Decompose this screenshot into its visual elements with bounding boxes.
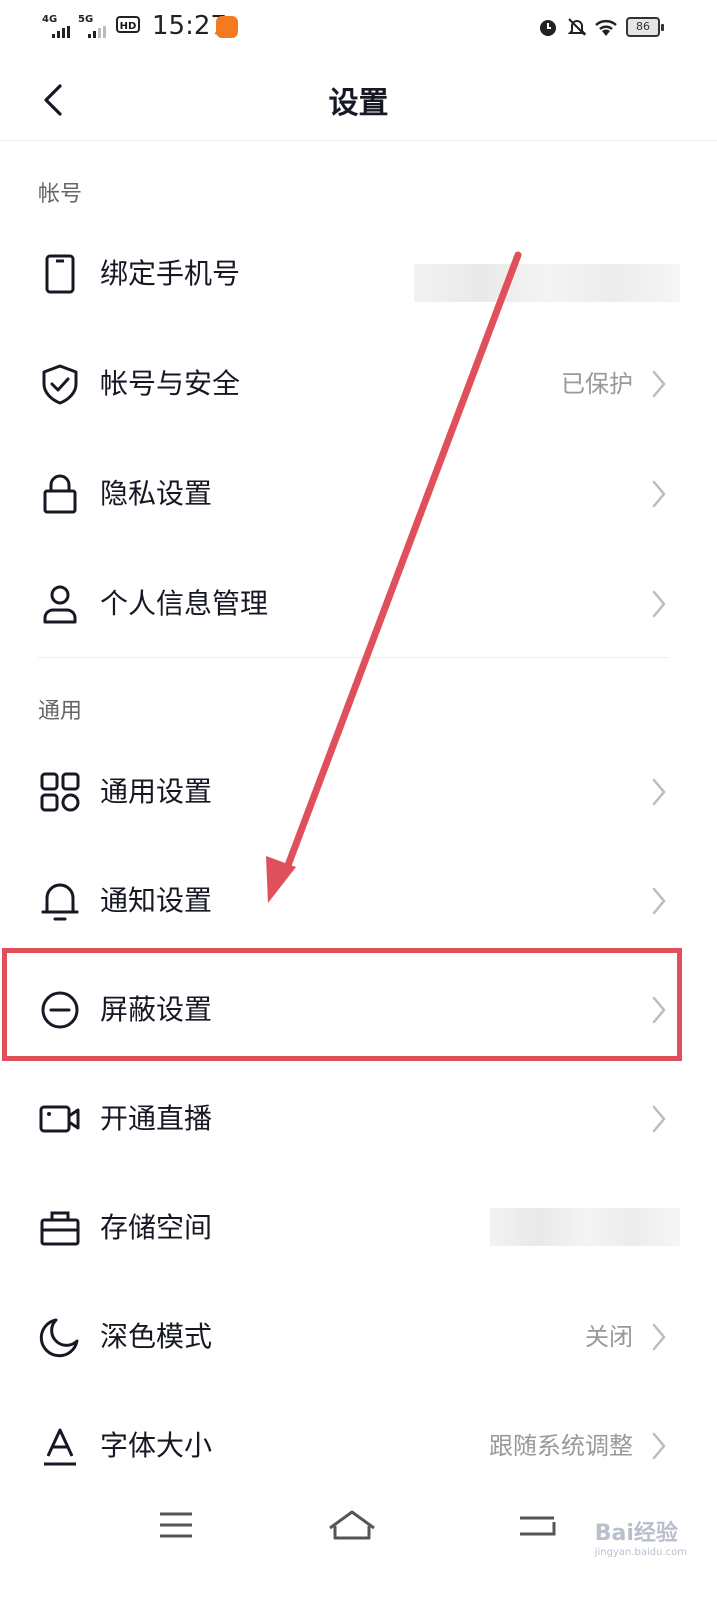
bell-icon <box>41 883 79 921</box>
chevron-right-icon <box>652 590 666 618</box>
section-title-general: 通用 <box>38 699 83 724</box>
page-title: 设置 <box>328 86 389 121</box>
row-label: 开通直播 <box>100 1102 213 1135</box>
mute-bell-icon <box>567 18 587 36</box>
signal-bars-icon <box>88 26 106 38</box>
shield-check-icon <box>42 364 78 405</box>
watermark-brand: Bai经验 <box>594 1521 678 1546</box>
font-size-icon <box>44 1428 76 1466</box>
user-icon <box>43 585 77 624</box>
chevron-right-icon <box>652 1323 666 1351</box>
row-label: 通用设置 <box>100 775 213 808</box>
redacted-phone-number <box>414 264 680 302</box>
row-label: 个人信息管理 <box>100 587 269 620</box>
settings-row-live[interactable]: 开通直播 <box>0 1069 717 1169</box>
settings-row-account-security[interactable]: 帐号与安全 已保护 <box>0 334 717 434</box>
battery-icon: 86 <box>626 17 664 37</box>
lock-icon <box>43 474 77 514</box>
settings-row-notification[interactable]: 通知设置 <box>0 851 717 951</box>
chevron-right-icon <box>652 370 666 398</box>
section-divider <box>38 657 668 658</box>
chevron-right-icon <box>652 1105 666 1133</box>
phone-icon <box>45 254 75 294</box>
section-title-account: 帐号 <box>38 182 83 207</box>
settings-row-personal-info[interactable]: 个人信息管理 <box>0 554 717 654</box>
video-camera-icon <box>39 1105 80 1133</box>
chevron-right-icon <box>652 887 666 915</box>
row-label: 字体大小 <box>100 1429 213 1462</box>
chevron-right-icon <box>652 778 666 806</box>
nav-header: 设置 <box>0 56 717 141</box>
row-value: 关闭 <box>585 1323 633 1351</box>
row-label: 深色模式 <box>100 1320 213 1353</box>
row-value: 已保护 <box>561 370 633 398</box>
menu-icon[interactable] <box>146 1500 206 1550</box>
row-label: 存储空间 <box>100 1211 213 1244</box>
alarm-icon <box>540 20 556 36</box>
settings-row-privacy[interactable]: 隐私设置 <box>0 444 717 544</box>
moon-icon <box>39 1318 79 1358</box>
signal-bars-icon <box>52 26 70 38</box>
highlight-box <box>2 948 682 1061</box>
settings-row-storage[interactable]: 存储空间 <box>0 1178 717 1278</box>
watermark: Bai经验 jingyan.baidu.com <box>595 1515 687 1558</box>
row-value: 跟随系统调整 <box>489 1432 633 1460</box>
watermark-url: jingyan.baidu.com <box>594 1547 687 1558</box>
settings-row-bind-phone[interactable]: 绑定手机号 <box>0 224 717 324</box>
redacted-storage-size <box>490 1208 680 1246</box>
chevron-right-icon <box>652 1432 666 1460</box>
settings-row-font-size[interactable]: 字体大小 跟随系统调整 <box>0 1396 717 1496</box>
storage-box-icon <box>40 1211 80 1246</box>
home-icon[interactable] <box>322 1500 382 1550</box>
status-bar: 4G 5G HD 15:27 86 <box>0 0 717 56</box>
wifi-icon <box>595 20 617 36</box>
signal-5g: 5G <box>78 14 94 25</box>
settings-row-general[interactable]: 通用设置 <box>0 742 717 842</box>
row-label: 隐私设置 <box>100 477 213 510</box>
row-label: 绑定手机号 <box>100 257 241 290</box>
settings-row-dark-mode[interactable]: 深色模式 关闭 <box>0 1287 717 1387</box>
chevron-right-icon <box>652 480 666 508</box>
back-nav-icon[interactable] <box>510 1500 570 1550</box>
signal-4g: 4G <box>42 14 58 25</box>
row-label: 帐号与安全 <box>100 367 241 400</box>
app-notification-icon <box>216 16 238 38</box>
row-label: 通知设置 <box>100 884 213 917</box>
hd-icon: HD <box>116 16 140 33</box>
grid-icon <box>40 772 80 812</box>
